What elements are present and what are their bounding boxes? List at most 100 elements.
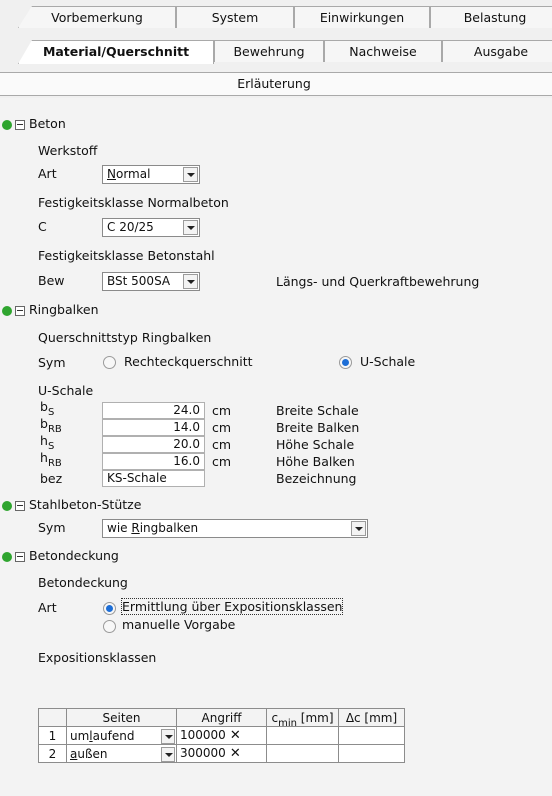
collapse-icon[interactable]: [15, 120, 25, 130]
stuetze-value-mnemonic: R: [131, 521, 140, 535]
col-header-angriff: Angriff: [176, 708, 267, 727]
angriff-cell[interactable]: 100000 ✕: [176, 726, 267, 745]
section-title-stuetze: Stahlbeton-Stütze: [29, 497, 142, 512]
tab-einwirkungen[interactable]: Einwirkungen: [294, 6, 430, 28]
radio-rechteck-label[interactable]: Rechteckquerschnitt: [124, 354, 253, 369]
b-schale-input[interactable]: 24.0: [102, 402, 205, 419]
row-number: 1: [38, 726, 67, 745]
collapse-icon[interactable]: [15, 306, 25, 316]
table-header-row: Seiten Angriff cmin [mm] Δc [mm]: [38, 708, 405, 729]
param-symbol: bRB: [40, 416, 62, 435]
expositionsklassen-table: Seiten Angriff cmin [mm] Δc [mm] 1 umlau…: [38, 708, 405, 763]
col-header-nr: [38, 708, 67, 727]
betondeckung-art-label: Art: [38, 600, 57, 615]
rebar-class-combo[interactable]: BSt 500SA: [102, 272, 200, 291]
bez-label: bez: [40, 471, 63, 486]
seiten-cell[interactable]: außen: [66, 744, 177, 763]
tab-material-querschnitt[interactable]: Material/Querschnitt: [18, 40, 214, 64]
param-description: Höhe Schale: [276, 437, 355, 452]
close-icon[interactable]: ✕: [230, 728, 241, 743]
bew-description: Längs- und Querkraftbewehrung: [276, 274, 480, 289]
art-label: Art: [38, 166, 57, 181]
art-combo-mnemonic: N: [107, 167, 116, 181]
betondeckung-label: Betondeckung: [38, 575, 128, 590]
unit-label: cm: [212, 403, 232, 418]
radio-rechteck[interactable]: [103, 356, 116, 369]
querschnittstyp-label: Querschnittstyp Ringbalken: [38, 330, 212, 345]
col-header-seiten: Seiten: [66, 708, 177, 727]
dropdown-arrow-icon[interactable]: [183, 167, 198, 182]
dropdown-arrow-icon[interactable]: [183, 220, 198, 235]
stuetze-value-pre: wie: [107, 521, 132, 535]
tab-row-1: Vorbemerkung System Einwirkungen Belastu…: [0, 6, 552, 28]
concrete-class-combo[interactable]: C 20/25: [102, 218, 200, 237]
tab-row-3: Erläuterung: [0, 72, 552, 96]
h-schale-input[interactable]: 20.0: [102, 436, 205, 453]
c-label: C: [38, 219, 47, 234]
bez-input[interactable]: KS-Schale: [102, 470, 205, 487]
param-description: Breite Schale: [276, 403, 359, 418]
tab-bewehrung[interactable]: Bewehrung: [214, 40, 324, 62]
tab-belastung[interactable]: Belastung: [430, 6, 552, 28]
stuetze-value-rest: ingbalken: [139, 521, 199, 535]
tab-ausgabe[interactable]: Ausgabe: [442, 40, 552, 62]
cmin-cell[interactable]: [266, 744, 339, 763]
bez-description: Bezeichnung: [276, 471, 357, 486]
row-number: 2: [38, 744, 67, 763]
section-title-ringbalken: Ringbalken: [29, 302, 99, 317]
status-dot-icon: [2, 501, 12, 511]
tab-vorbemerkung[interactable]: Vorbemerkung: [18, 6, 176, 28]
werkstoff-label: Werkstoff: [38, 143, 98, 158]
art-combo-value: ormal: [115, 167, 151, 181]
param-symbol: bS: [40, 399, 55, 418]
unit-label: cm: [212, 454, 232, 469]
radio-manuell-label[interactable]: manuelle Vorgabe: [122, 617, 235, 632]
radio-u-schale[interactable]: [339, 356, 352, 369]
art-combo[interactable]: Normal: [102, 165, 200, 184]
collapse-icon[interactable]: [15, 501, 25, 511]
delta-c-cell[interactable]: [338, 726, 405, 745]
col-header-cmin: cmin [mm]: [266, 708, 339, 729]
tab-erlaeuterung[interactable]: Erläuterung: [140, 73, 408, 95]
param-symbol: hS: [40, 433, 55, 452]
status-dot-icon: [2, 552, 12, 562]
status-dot-icon: [2, 120, 12, 130]
table-row: 1 umlaufend 100000 ✕: [38, 726, 405, 745]
cmin-cell[interactable]: [266, 726, 339, 745]
b-balken-input[interactable]: 14.0: [102, 419, 205, 436]
unit-label: cm: [212, 420, 232, 435]
tab-system[interactable]: System: [176, 6, 294, 28]
concrete-class-value: C 20/25: [107, 220, 154, 234]
status-dot-icon: [2, 306, 12, 316]
tab-nachweise[interactable]: Nachweise: [324, 40, 442, 62]
tab-row-2: Material/Querschnitt Bewehrung Nachweise…: [0, 40, 552, 64]
stuetze-combo[interactable]: wie Ringbalken: [102, 519, 368, 538]
section-title-betondeckung: Betondeckung: [29, 548, 119, 563]
close-icon[interactable]: ✕: [230, 746, 241, 761]
sym-label: Sym: [38, 355, 66, 370]
col-header-delta-c: Δc [mm]: [338, 708, 405, 727]
expositionsklassen-label: Expositionsklassen: [38, 650, 157, 665]
stuetze-sym-label: Sym: [38, 520, 66, 535]
festigkeit-label: Festigkeitsklasse Normalbeton: [38, 195, 229, 210]
seiten-cell[interactable]: umlaufend: [66, 726, 177, 745]
radio-expositionsklassen[interactable]: [103, 602, 116, 615]
param-description: Breite Balken: [276, 420, 360, 435]
radio-expositionsklassen-label[interactable]: Ermittlung über Expositionsklassen: [120, 598, 344, 615]
bew-label: Bew: [38, 273, 65, 288]
param-symbol: hRB: [40, 450, 62, 469]
angriff-cell[interactable]: 300000 ✕: [176, 744, 267, 763]
dropdown-arrow-icon[interactable]: [161, 746, 175, 762]
radio-u-schale-label[interactable]: U-Schale: [360, 354, 415, 369]
unit-label: cm: [212, 437, 232, 452]
h-balken-input[interactable]: 16.0: [102, 453, 205, 470]
dropdown-arrow-icon[interactable]: [183, 274, 198, 289]
betonstahl-label: Festigkeitsklasse Betonstahl: [38, 248, 215, 263]
dropdown-arrow-icon[interactable]: [351, 521, 366, 536]
collapse-icon[interactable]: [15, 552, 25, 562]
delta-c-cell[interactable]: [338, 744, 405, 763]
radio-manuell[interactable]: [103, 620, 116, 633]
tab-control: Vorbemerkung System Einwirkungen Belastu…: [0, 0, 552, 98]
property-panel: Beton Werkstoff Art Normal Festigkeitskl…: [0, 98, 552, 796]
dropdown-arrow-icon[interactable]: [161, 728, 175, 744]
